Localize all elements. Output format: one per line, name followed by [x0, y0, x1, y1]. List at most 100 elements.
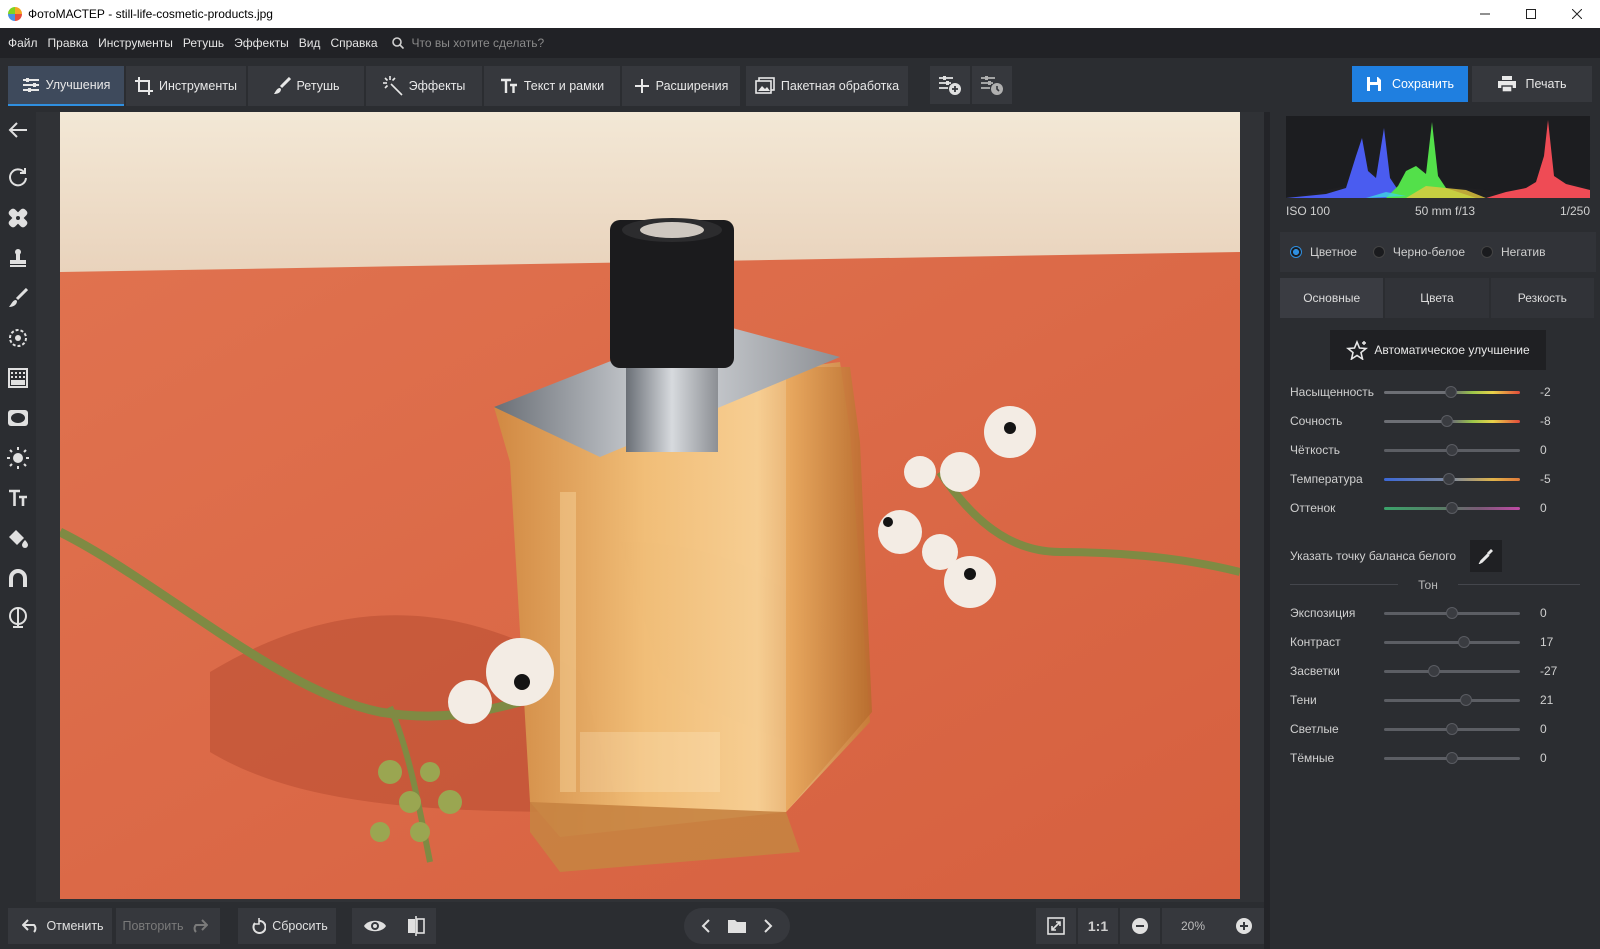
- slider-label: Насыщенность: [1290, 385, 1375, 399]
- redo-button[interactable]: Повторить: [116, 908, 220, 944]
- add-preset-button[interactable]: [930, 66, 970, 104]
- minimize-button[interactable]: [1462, 0, 1508, 28]
- undo-button[interactable]: Отменить: [8, 908, 112, 944]
- fill-tool[interactable]: [6, 526, 30, 550]
- tab-retouch[interactable]: Ретушь: [248, 66, 364, 106]
- rotate-icon: [9, 168, 27, 187]
- gradient-filter-icon: [8, 368, 28, 388]
- zoom-value[interactable]: 20%: [1162, 908, 1224, 944]
- reset-button[interactable]: Сбросить: [238, 908, 336, 944]
- tab-extensions[interactable]: Расширения: [622, 66, 740, 106]
- slider-track[interactable]: [1384, 693, 1520, 706]
- menu-tools[interactable]: Инструменты: [94, 36, 177, 50]
- slider-track[interactable]: [1384, 385, 1520, 398]
- globe-icon: [9, 607, 27, 628]
- globe-tool[interactable]: [6, 606, 30, 630]
- compare-button[interactable]: [396, 908, 436, 944]
- brush-tool[interactable]: [6, 286, 30, 310]
- panel-subtabs: Основные Цвета Резкость: [1280, 278, 1596, 318]
- slider-thumb[interactable]: [1457, 635, 1470, 648]
- folder-icon[interactable]: [727, 918, 747, 934]
- slider-value: 0: [1540, 443, 1547, 457]
- save-button[interactable]: Сохранить: [1352, 66, 1468, 102]
- histogram: [1286, 116, 1590, 198]
- gradient-filter-tool[interactable]: [6, 366, 30, 390]
- command-search[interactable]: Что вы хотите сделать?: [391, 36, 544, 50]
- subtab-sharpness[interactable]: Резкость: [1490, 278, 1594, 318]
- menu-edit[interactable]: Правка: [44, 36, 93, 50]
- menu-retouch[interactable]: Ретушь: [179, 36, 228, 50]
- tab-tools[interactable]: Инструменты: [126, 66, 246, 106]
- photo-canvas[interactable]: [60, 112, 1240, 899]
- close-button[interactable]: [1554, 0, 1600, 28]
- light-tool[interactable]: [6, 446, 30, 470]
- zoom-in-button[interactable]: [1224, 908, 1264, 944]
- slider-thumb[interactable]: [1440, 414, 1453, 427]
- slider-thumb[interactable]: [1444, 385, 1457, 398]
- tab-effects[interactable]: Эффекты: [366, 66, 482, 106]
- clone-stamp-tool[interactable]: [6, 246, 30, 270]
- slider-track[interactable]: [1384, 414, 1520, 427]
- back-button[interactable]: [6, 118, 30, 142]
- slider-thumb[interactable]: [1446, 751, 1458, 764]
- zoom-out-button[interactable]: [1120, 908, 1160, 944]
- menu-help[interactable]: Справка: [326, 36, 381, 50]
- exif-iso: ISO 100: [1286, 204, 1331, 218]
- mode-bw-radio[interactable]: Черно-белое: [1372, 245, 1466, 259]
- slider-track[interactable]: [1384, 751, 1520, 764]
- slider-track[interactable]: [1384, 501, 1520, 514]
- mode-color-radio[interactable]: Цветное: [1290, 245, 1357, 259]
- slider-track[interactable]: [1384, 443, 1520, 456]
- slider-row: Оттенок 0: [1290, 500, 1590, 516]
- subtab-colors[interactable]: Цвета: [1385, 278, 1489, 318]
- auto-enhance-button[interactable]: Автоматическое улучшение: [1330, 330, 1546, 370]
- fit-screen-button[interactable]: [1036, 908, 1076, 944]
- slider-track[interactable]: [1384, 664, 1520, 677]
- white-balance-picker-button[interactable]: [1470, 540, 1502, 572]
- title-bar: ФотоМАСТЕР - still-life-cosmetic-product…: [0, 0, 1600, 28]
- tone-title: Тон: [1398, 578, 1458, 592]
- slider-label: Экспозиция: [1290, 606, 1356, 620]
- radial-filter-tool[interactable]: [6, 326, 30, 350]
- magnet-icon: [9, 569, 27, 587]
- slider-thumb[interactable]: [1443, 472, 1456, 485]
- actual-size-button[interactable]: 1:1: [1078, 908, 1118, 944]
- mode-negative-radio[interactable]: Негатив: [1481, 245, 1545, 259]
- slider-thumb[interactable]: [1446, 443, 1458, 456]
- healing-tool[interactable]: [6, 206, 30, 230]
- slider-thumb[interactable]: [1446, 722, 1458, 735]
- tab-enhancements[interactable]: Улучшения: [8, 66, 124, 106]
- menu-effects[interactable]: Эффекты: [230, 36, 293, 50]
- radio-label: Черно-белое: [1392, 245, 1466, 259]
- previous-file-icon[interactable]: [701, 919, 711, 933]
- slider-thumb[interactable]: [1427, 664, 1440, 677]
- tab-batch-processing[interactable]: Пакетная обработка: [746, 66, 908, 106]
- sun-icon: [7, 447, 29, 469]
- vignette-tool[interactable]: [6, 406, 30, 430]
- tab-text-frames[interactable]: Текст и рамки: [484, 66, 620, 106]
- slider-value: 21: [1540, 693, 1554, 707]
- slider-thumb[interactable]: [1446, 501, 1458, 514]
- color-mode-group: Цветное Черно-белое Негатив: [1280, 232, 1596, 272]
- exif-info: ISO 100 50 mm f/13 1/250: [1286, 204, 1590, 218]
- slider-track[interactable]: [1384, 635, 1520, 648]
- next-file-icon[interactable]: [763, 919, 773, 933]
- print-button[interactable]: Печать: [1472, 66, 1592, 102]
- menu-file[interactable]: Файл: [4, 36, 42, 50]
- preview-toggle-button[interactable]: [352, 908, 398, 944]
- slider-thumb[interactable]: [1460, 693, 1473, 706]
- slider-track[interactable]: [1384, 606, 1520, 619]
- liquify-tool[interactable]: [6, 566, 30, 590]
- slider-track[interactable]: [1384, 722, 1520, 735]
- slider-track[interactable]: [1384, 472, 1520, 485]
- preset-history-button[interactable]: [972, 66, 1012, 104]
- subtab-basic[interactable]: Основные: [1280, 278, 1384, 318]
- slider-thumb[interactable]: [1446, 606, 1458, 619]
- rotate-tool[interactable]: [6, 166, 30, 190]
- arrow-left-icon: [8, 122, 27, 138]
- canvas-area[interactable]: [36, 112, 1264, 902]
- batch-images-icon: [755, 77, 775, 94]
- maximize-button[interactable]: [1508, 0, 1554, 28]
- text-tool[interactable]: [6, 486, 30, 510]
- menu-view[interactable]: Вид: [295, 36, 325, 50]
